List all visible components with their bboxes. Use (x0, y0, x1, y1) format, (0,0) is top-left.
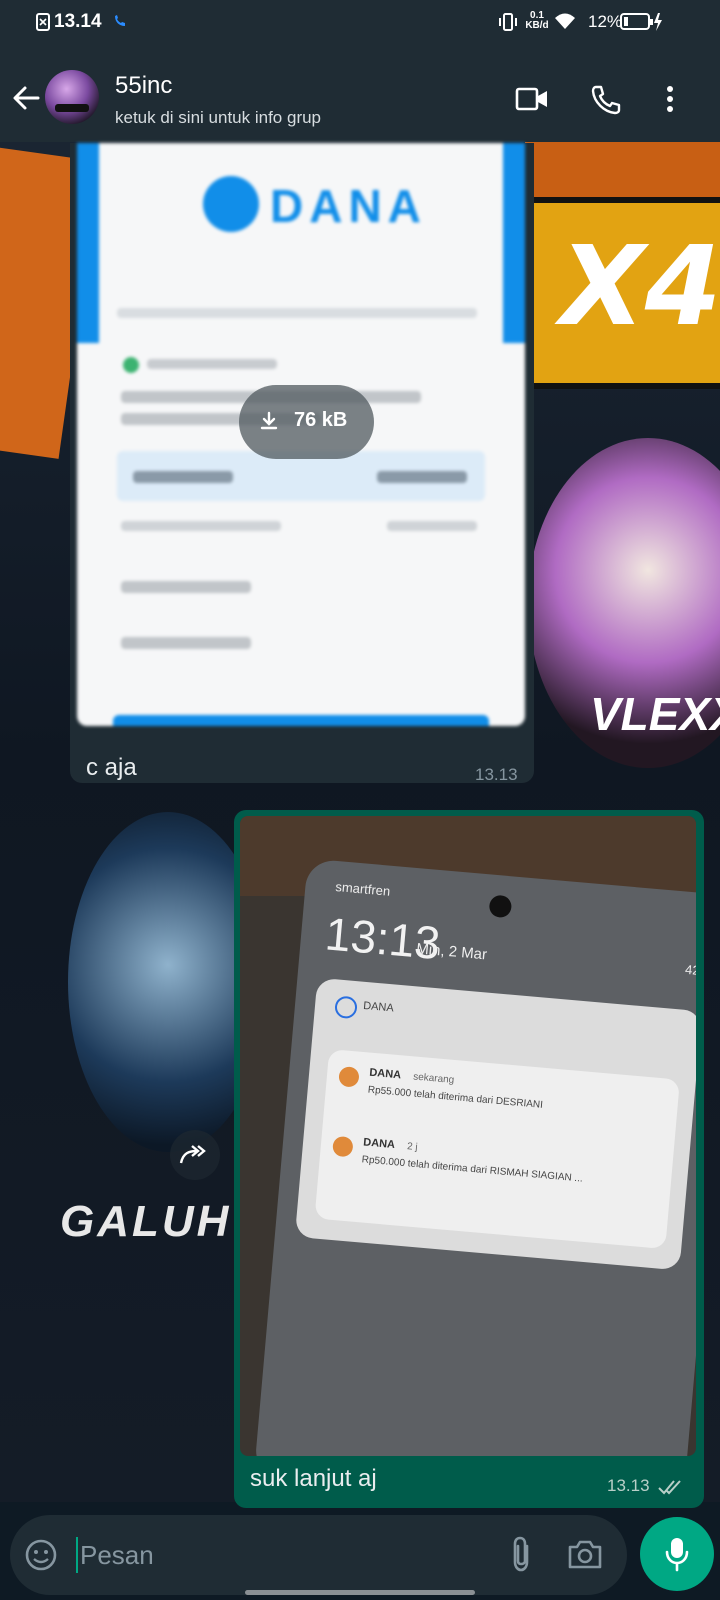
call-active-icon (115, 15, 125, 26)
group-title[interactable]: 55inc (115, 72, 172, 100)
forward-icon (179, 1145, 206, 1164)
back-arrow-icon[interactable] (12, 84, 40, 112)
more-options-icon[interactable] (664, 84, 676, 114)
voice-call-icon[interactable] (590, 84, 622, 116)
notif-2-when: 2 j (406, 1141, 419, 1154)
net-speed: 0.1 KB/d (525, 10, 549, 31)
battery-icon (620, 13, 662, 31)
sim-icon (36, 13, 50, 31)
wall-text-x4: X4 (560, 222, 720, 350)
group-subtitle[interactable]: ketuk di sini untuk info grup (115, 108, 321, 128)
double-check-icon (658, 1480, 681, 1495)
outgoing-caption: suk lanjut aj (250, 1465, 377, 1492)
notification-panel: DANA DANA sekarang Rp55.000 telah diteri… (294, 977, 696, 1271)
sticker-icon[interactable] (24, 1538, 58, 1572)
download-size: 76 kB (294, 409, 348, 431)
battery-percent: 12% (588, 12, 623, 31)
wifi-icon (555, 13, 575, 29)
wall-text-galuh: GALUH (60, 1197, 232, 1246)
wall-text-vlexxy: VLEXXY (590, 688, 720, 740)
download-button[interactable]: 76 kB (239, 385, 374, 459)
outgoing-image-preview[interactable]: smartfren 42 13:13 Min, 2 Mar DANA DANA … (240, 816, 696, 1456)
dana-logo-text: DANA (270, 180, 427, 232)
incoming-caption: c aja (86, 754, 137, 781)
camera-icon[interactable] (567, 1538, 603, 1570)
photo-battery: 42 (684, 961, 696, 978)
video-call-icon[interactable] (515, 86, 549, 112)
microphone-icon (665, 1538, 689, 1572)
voice-record-button[interactable] (640, 1517, 714, 1591)
phone-photo: smartfren 42 13:13 Min, 2 Mar DANA DANA … (253, 858, 696, 1456)
photo-clock: 13:13 (323, 907, 443, 970)
outgoing-time: 13.13 (607, 1476, 650, 1495)
download-icon (260, 411, 278, 430)
attach-icon[interactable] (508, 1534, 534, 1574)
forward-button[interactable] (170, 1130, 220, 1180)
status-time: 13.14 (54, 11, 102, 32)
group-avatar[interactable] (45, 70, 99, 124)
notif-header: DANA (362, 999, 395, 1015)
message-input[interactable]: Pesan (80, 1540, 154, 1571)
photo-carrier: smartfren (334, 878, 391, 899)
vibrate-icon (499, 13, 517, 31)
incoming-time: 13.13 (475, 765, 518, 784)
home-indicator[interactable] (245, 1590, 475, 1595)
text-cursor (76, 1537, 78, 1573)
